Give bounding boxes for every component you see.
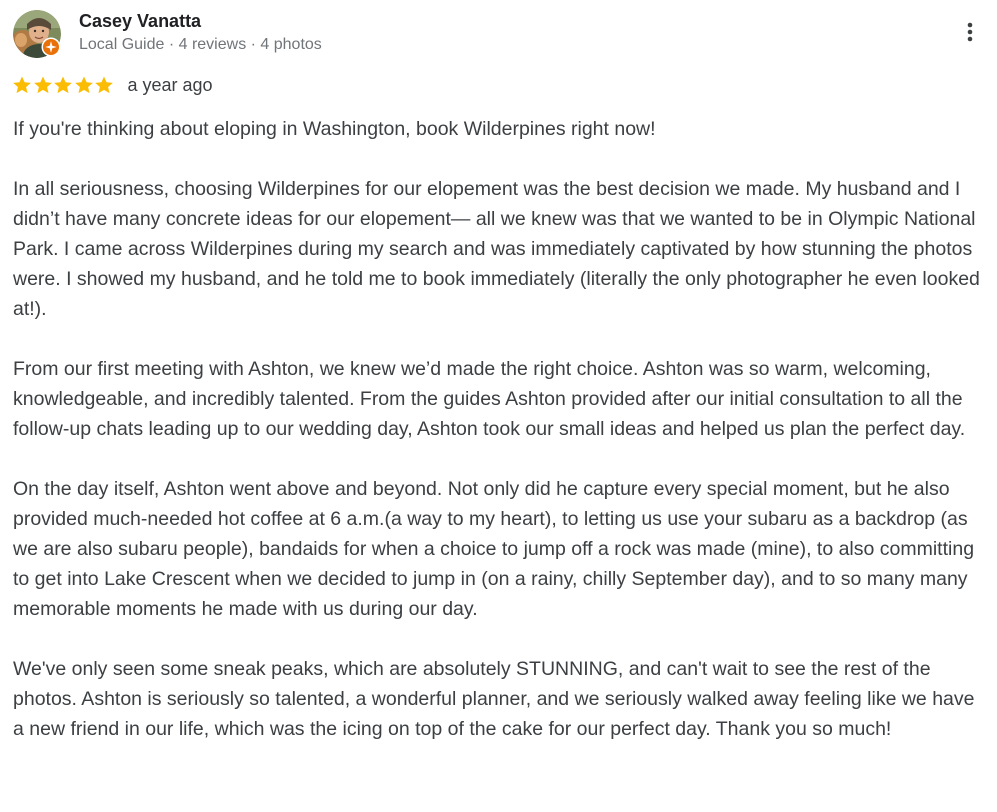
- review-paragraph: From our first meeting with Ashton, we k…: [13, 358, 966, 440]
- star-icon: [54, 76, 72, 94]
- rating-row: a year ago: [12, 74, 213, 96]
- author-meta[interactable]: Local Guide · 4 reviews · 4 photos: [79, 35, 322, 55]
- local-guide-badge-icon: [41, 37, 61, 57]
- more-vert-icon: [967, 22, 973, 42]
- review-text: If you're thinking about eloping in Wash…: [13, 114, 988, 744]
- review-paragraph: If you're thinking about eloping in Wash…: [13, 118, 656, 140]
- review-paragraph: On the day itself, Ashton went above and…: [13, 478, 975, 620]
- star-rating: [12, 75, 115, 95]
- author-avatar[interactable]: [13, 10, 61, 58]
- review-date: a year ago: [127, 75, 213, 95]
- star-icon: [33, 76, 52, 94]
- review-paragraph: In all seriousness, choosing Wilderpines…: [13, 178, 980, 320]
- review-paragraph: We've only seen some sneak peaks, which …: [13, 658, 975, 740]
- author-name[interactable]: Casey Vanatta: [79, 10, 201, 32]
- review-card: Casey Vanatta Local Guide · 4 reviews · …: [0, 0, 997, 812]
- star-icon: [74, 76, 93, 94]
- star-icon: [95, 76, 113, 94]
- star-icon: [13, 76, 31, 94]
- more-options-button[interactable]: [952, 14, 988, 50]
